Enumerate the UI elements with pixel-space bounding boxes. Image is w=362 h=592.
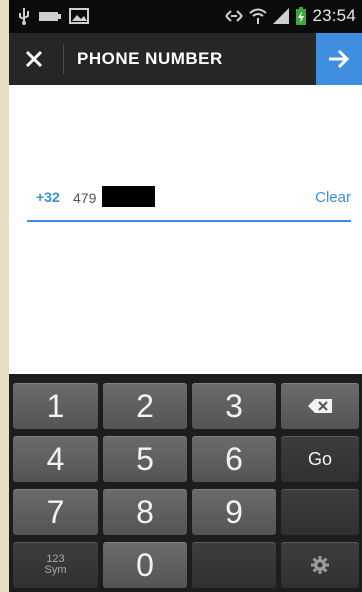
blank-key-bottom[interactable] bbox=[192, 542, 276, 588]
usb-icon bbox=[19, 8, 29, 25]
key-5[interactable]: 5 bbox=[103, 436, 187, 482]
key-9-label: 9 bbox=[225, 493, 243, 530]
status-bar-right-icons: 23:54 bbox=[224, 6, 356, 26]
backspace-key[interactable] bbox=[281, 383, 359, 429]
symbols-key[interactable]: 123 Sym bbox=[13, 542, 98, 588]
battery-plain-icon bbox=[39, 12, 61, 21]
signal-icon bbox=[273, 8, 290, 24]
app-bar-divider bbox=[63, 44, 64, 74]
gear-icon bbox=[311, 556, 329, 574]
app-bar: PHONE NUMBER bbox=[9, 33, 362, 85]
key-7[interactable]: 7 bbox=[13, 489, 98, 535]
key-1[interactable]: 1 bbox=[13, 383, 98, 429]
arrow-right-icon bbox=[329, 49, 350, 69]
blank-key-right[interactable] bbox=[281, 489, 359, 535]
settings-key[interactable] bbox=[281, 542, 359, 588]
key-2[interactable]: 2 bbox=[103, 383, 187, 429]
numeric-keyboard: 1 2 3 4 5 6 Go 7 8 9 123 Sym 0 bbox=[9, 374, 362, 592]
wifi-icon bbox=[249, 8, 268, 24]
phone-number-input[interactable]: 479 bbox=[73, 190, 96, 206]
status-bar: 23:54 bbox=[9, 0, 362, 33]
symbols-key-bottom-label: Sym bbox=[44, 564, 67, 576]
page-title: PHONE NUMBER bbox=[77, 49, 223, 68]
key-1-label: 1 bbox=[46, 387, 65, 424]
nfc-icon bbox=[225, 10, 244, 22]
close-icon bbox=[25, 50, 43, 68]
image-icon bbox=[69, 8, 89, 24]
status-time: 23:54 bbox=[312, 6, 356, 25]
key-8[interactable]: 8 bbox=[103, 489, 187, 535]
key-5-label: 5 bbox=[136, 440, 154, 477]
go-key-label: Go bbox=[307, 448, 332, 469]
status-bar-left-icons bbox=[17, 7, 89, 25]
redacted-digits bbox=[102, 186, 155, 207]
charging-battery-icon bbox=[296, 7, 307, 25]
key-4-label: 4 bbox=[46, 440, 65, 477]
next-button[interactable] bbox=[316, 33, 362, 85]
key-9[interactable]: 9 bbox=[192, 489, 276, 535]
key-4[interactable]: 4 bbox=[13, 436, 98, 482]
close-button[interactable] bbox=[21, 46, 47, 72]
clear-button[interactable]: Clear bbox=[315, 189, 351, 206]
country-code[interactable]: +32 bbox=[36, 189, 60, 205]
key-6-label: 6 bbox=[225, 440, 243, 477]
key-0-label: 0 bbox=[136, 546, 154, 583]
key-3[interactable]: 3 bbox=[192, 383, 276, 429]
phone-number-field[interactable]: +32 479 Clear bbox=[27, 186, 351, 222]
go-key[interactable]: Go bbox=[281, 436, 359, 482]
key-0[interactable]: 0 bbox=[103, 542, 187, 588]
key-6[interactable]: 6 bbox=[192, 436, 276, 482]
backspace-icon bbox=[308, 399, 332, 413]
key-3-label: 3 bbox=[225, 387, 243, 424]
key-2-label: 2 bbox=[136, 387, 154, 424]
input-underline bbox=[27, 220, 351, 222]
key-8-label: 8 bbox=[136, 493, 154, 530]
screen: 23:54 PHONE NUMBER +32 479 Clear 1 2 3 4… bbox=[9, 0, 362, 592]
key-7-label: 7 bbox=[46, 493, 65, 530]
